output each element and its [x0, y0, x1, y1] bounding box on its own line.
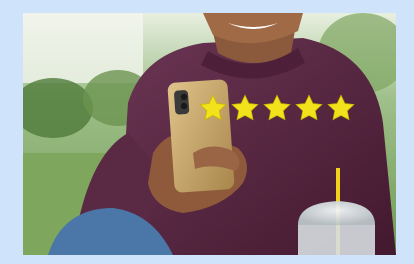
camera-lens-2 [180, 102, 188, 110]
star-icon [295, 94, 323, 121]
photo-frame [0, 0, 414, 264]
star-icon [327, 94, 355, 121]
star-icon [231, 94, 259, 121]
camera-lens-1 [180, 93, 188, 101]
star-icon [199, 94, 227, 121]
camera-module [174, 90, 190, 115]
cup-body [298, 225, 375, 255]
photo [23, 13, 396, 255]
rating-stars [198, 93, 356, 123]
scene [23, 13, 396, 255]
star-icon [263, 94, 291, 121]
